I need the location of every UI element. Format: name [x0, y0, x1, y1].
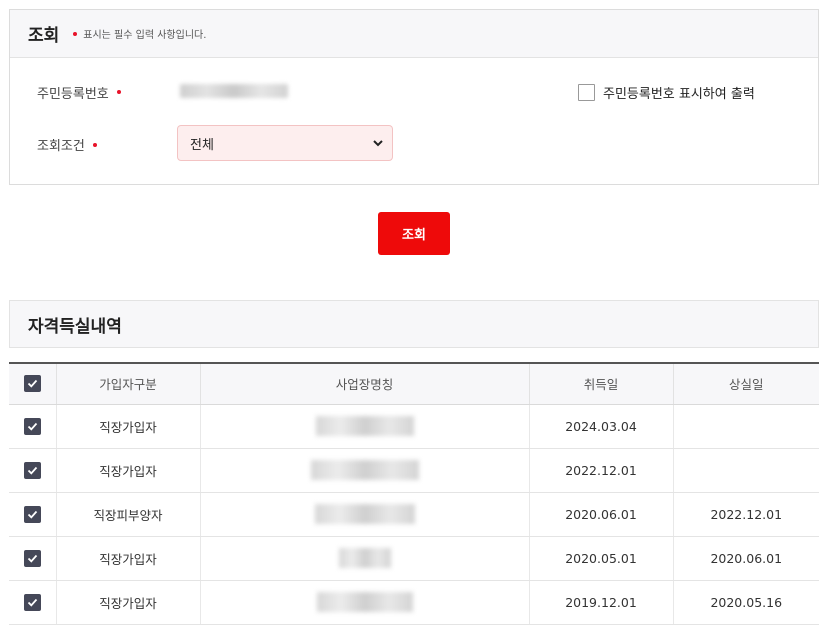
- select-all-cell: [9, 363, 56, 405]
- row-acquired: 2022.12.01: [528, 448, 673, 493]
- required-note-text: 표시는 필수 입력 사항입니다.: [83, 30, 207, 41]
- chevron-down-icon: [373, 140, 383, 147]
- check-icon: [27, 380, 37, 388]
- rrn-label: 주민등록번호: [37, 83, 121, 102]
- condition-row: 조회조건 전체: [10, 124, 818, 162]
- row-lost: [672, 404, 819, 449]
- row-workplace-redacted: [199, 492, 529, 537]
- show-rrn-checkbox[interactable]: 주민등록번호 표시하여 출력: [578, 83, 755, 102]
- condition-select-value: 전체: [190, 137, 214, 153]
- history-table: 가입자구분 사업장명칭 취득일 상실일 직장가입자 2024.03.04 직장가…: [9, 362, 819, 625]
- table-row: 직장피부양자 2020.06.01 2022.12.01: [9, 492, 819, 537]
- row-type: 직장가입자: [55, 580, 200, 625]
- row-acquired: 2020.06.01: [528, 492, 673, 537]
- col-header-type: 가입자구분: [55, 363, 200, 405]
- table-row: 직장가입자 2024.03.04: [9, 404, 819, 449]
- row-type: 직장가입자: [55, 448, 200, 493]
- rrn-label-text: 주민등록번호: [37, 86, 109, 102]
- table-row: 직장가입자 2019.12.01 2020.05.16: [9, 580, 819, 625]
- required-dot-icon: [116, 90, 121, 94]
- row-type: 직장가입자: [55, 536, 200, 581]
- history-header: 자격득실내역: [9, 300, 819, 348]
- row-type: 직장피부양자: [55, 492, 200, 537]
- condition-select[interactable]: 전체: [177, 125, 393, 161]
- rrn-row: 주민등록번호 주민등록번호 표시하여 출력: [10, 80, 818, 104]
- check-icon: [27, 422, 37, 431]
- show-rrn-label: 주민등록번호 표시하여 출력: [603, 87, 755, 102]
- checkbox-empty-icon[interactable]: [578, 84, 595, 101]
- condition-label: 조회조건: [37, 135, 97, 154]
- search-header: 조회 표시는 필수 입력 사항입니다.: [10, 10, 818, 58]
- select-all-checkbox[interactable]: [23, 375, 41, 393]
- check-icon: [27, 554, 37, 563]
- row-checkbox[interactable]: [23, 505, 41, 523]
- col-header-workplace: 사업장명칭: [199, 363, 529, 405]
- check-icon: [27, 598, 37, 607]
- row-checkbox[interactable]: [23, 461, 41, 479]
- table-row: 직장가입자 2022.12.01: [9, 448, 819, 493]
- row-workplace-redacted: [199, 448, 529, 493]
- row-lost: 2020.06.01: [672, 536, 819, 581]
- rrn-value-redacted: [180, 84, 288, 98]
- search-title: 조회: [28, 26, 60, 46]
- row-checkbox[interactable]: [23, 417, 41, 435]
- history-title: 자격득실내역: [28, 316, 122, 337]
- required-note: 표시는 필수 입력 사항입니다.: [73, 26, 206, 41]
- required-dot-icon: [92, 142, 97, 147]
- row-workplace-redacted: [199, 404, 529, 449]
- check-icon: [27, 510, 37, 519]
- row-acquired: 2019.12.01: [528, 580, 673, 625]
- row-checkbox[interactable]: [23, 549, 41, 567]
- row-acquired: 2020.05.01: [528, 536, 673, 581]
- search-button[interactable]: 조회: [378, 212, 450, 255]
- table-row: 직장가입자 2020.05.01 2020.06.01: [9, 536, 819, 581]
- row-workplace-redacted: [199, 580, 529, 625]
- search-panel: 조회 표시는 필수 입력 사항입니다. 주민등록번호 주민등록번호 표시하여 출…: [9, 9, 819, 185]
- row-checkbox[interactable]: [23, 593, 41, 611]
- check-icon: [27, 466, 37, 475]
- table-header-row: 가입자구분 사업장명칭 취득일 상실일: [9, 363, 819, 405]
- row-lost: [672, 448, 819, 493]
- row-acquired: 2024.03.04: [528, 404, 673, 449]
- condition-label-text: 조회조건: [37, 139, 85, 154]
- col-header-acquired: 취득일: [528, 363, 673, 405]
- row-lost: 2020.05.16: [672, 580, 819, 625]
- row-lost: 2022.12.01: [672, 492, 819, 537]
- row-workplace-redacted: [199, 536, 529, 581]
- col-header-lost: 상실일: [672, 363, 819, 405]
- row-type: 직장가입자: [55, 404, 200, 449]
- required-dot-icon: [73, 31, 78, 36]
